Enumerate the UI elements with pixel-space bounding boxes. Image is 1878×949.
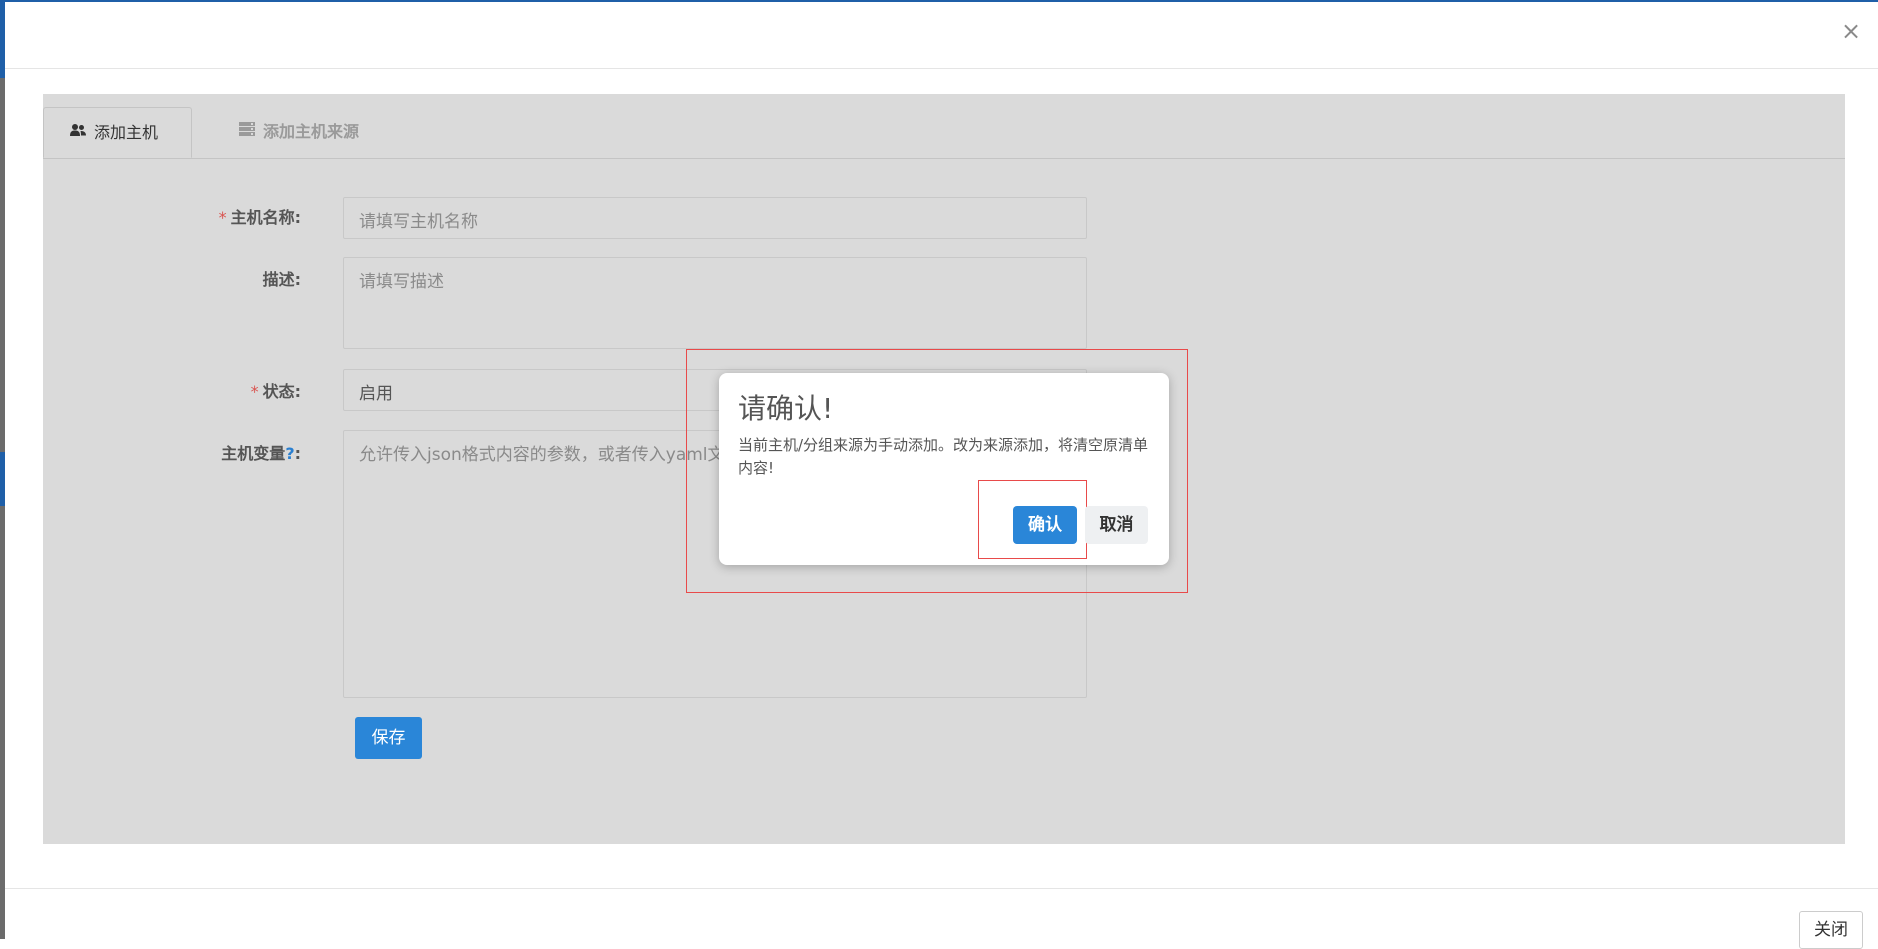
dialog-title: 请确认!: [738, 392, 834, 425]
tab-add-host[interactable]: 添加主机: [43, 107, 192, 158]
tab-add-host-label: 添加主机: [94, 122, 159, 142]
close-icon[interactable]: ×: [1840, 18, 1862, 44]
tab-add-host-source-label: 添加主机来源: [263, 122, 360, 141]
dialog-message: 当前主机/分组来源为手动添加。改为来源添加，将清空原清单内容!: [738, 436, 1149, 477]
host-vars-label: 主机变量?:: [221, 444, 301, 463]
server-icon: [239, 107, 255, 157]
status-label: * 状态:: [250, 382, 301, 401]
host-name-label: * 主机名称:: [218, 208, 301, 227]
description-label: 描述:: [262, 270, 301, 289]
footer-close-button[interactable]: 关闭: [1799, 911, 1863, 949]
modal-footer: 关闭: [5, 888, 1878, 949]
description-textarea[interactable]: 请填写描述: [343, 257, 1087, 349]
tab-bar: 添加主机 添加主机来源: [43, 107, 1845, 159]
users-icon: [70, 108, 86, 158]
modal-header: ×: [5, 2, 1878, 69]
cancel-button[interactable]: 取消: [1085, 506, 1148, 544]
tab-add-host-source[interactable]: 添加主机来源: [213, 107, 413, 157]
confirm-button[interactable]: 确认: [1013, 506, 1077, 544]
save-button[interactable]: 保存: [355, 717, 422, 759]
help-icon[interactable]: ?: [285, 444, 294, 463]
host-name-input[interactable]: 请填写主机名称: [343, 197, 1087, 239]
required-mark: *: [250, 382, 259, 401]
required-mark: *: [218, 208, 227, 227]
